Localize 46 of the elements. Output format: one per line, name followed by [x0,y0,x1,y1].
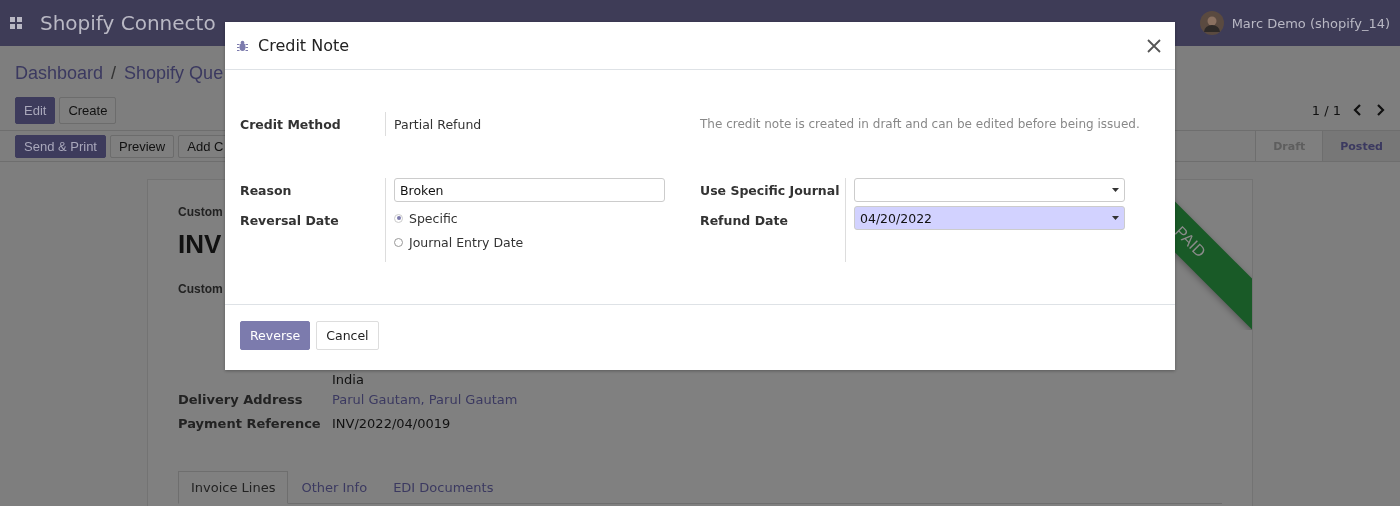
dialog-title: Credit Note [258,36,351,55]
field-label: Reversal Date [240,211,340,230]
field-label: Payment Reference [178,415,322,431]
button[interactable]: Preview [110,134,175,158]
tab[interactable]: EDI Documents [380,471,507,504]
radio-icon[interactable] [394,237,403,247]
app-title: Shopify Connecto [40,11,216,35]
breadcrumb-link[interactable]: Dashboard [15,62,104,84]
field-value: INV/2022/04/0019 [332,415,451,431]
close-icon[interactable] [1145,36,1163,55]
next-icon[interactable] [1375,104,1385,116]
radio-option[interactable]: Journal Entry Date [394,230,524,254]
date-select[interactable]: 04/20/2022 [854,206,1125,230]
button[interactable]: Edit [15,96,56,124]
field-label: Credit Method [240,115,342,134]
button[interactable]: Send & Print [15,134,106,158]
radio-icon[interactable] [394,213,403,223]
field-label: Reason [240,181,293,200]
invoice-title: INV [178,229,222,260]
bug-icon[interactable] [237,39,248,52]
breadcrumb-separator: / [111,62,117,84]
apps-grid-icon[interactable] [10,17,22,29]
previous-icon[interactable] [1353,104,1363,116]
reason-input[interactable]: Broken [394,178,665,202]
radio-option[interactable]: Specific [394,206,458,230]
button[interactable]: Create [59,96,117,124]
caret-icon [1112,216,1119,220]
status-stage[interactable]: Posted [1322,131,1400,161]
help-text: The credit note is created in draft and can be edited before being issued. [700,117,1141,131]
breadcrumb-current: Shopify Que [124,62,224,84]
field-value: Partial Refund [394,115,483,134]
field-label: Custom [178,205,223,219]
field-label: Refund Date [700,211,789,230]
button[interactable]: Reverse [240,321,311,350]
field-label: Custom [178,282,223,296]
button[interactable]: Cancel [316,321,379,350]
pager-counter: 1 / 1 [1311,102,1341,118]
address-link[interactable]: Parul Gautam, Parul Gautam [332,391,518,407]
tab[interactable]: Invoice Lines [178,471,289,504]
address-line: India [332,372,364,387]
avatar-icon[interactable] [1199,11,1224,35]
caret-icon [1112,188,1119,192]
field-label: Delivery Address [178,391,304,407]
tab[interactable]: Other Info [288,471,381,504]
user-name[interactable]: Marc Demo (shopify_14) [1231,15,1390,31]
field-label: Use Specific Journal [700,181,841,200]
